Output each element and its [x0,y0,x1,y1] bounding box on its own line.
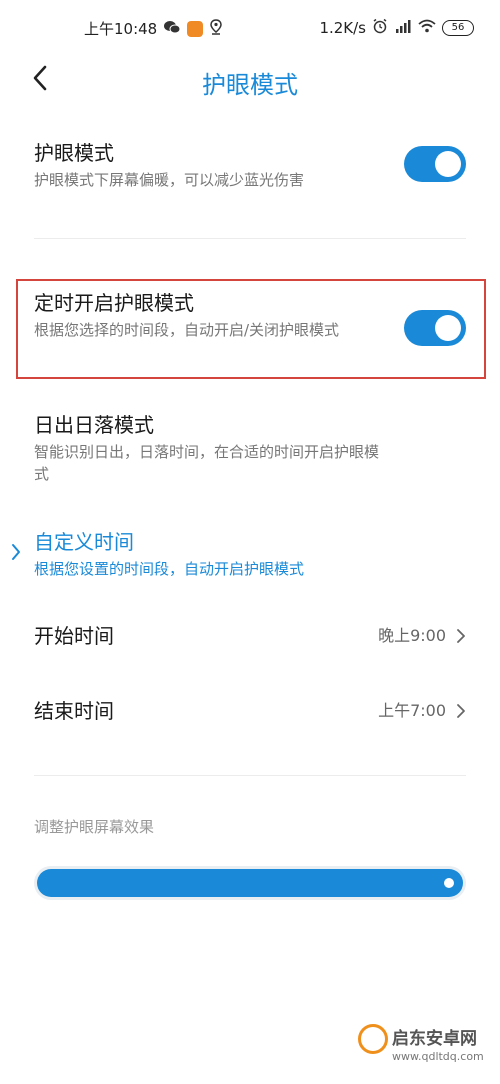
status-bar: 上午10:48 1.2K/s 56 [0,0,500,60]
slider-thumb[interactable] [444,878,454,888]
sunrise-sunset-desc: 智能识别日出，日落时间，在合适的时间开启护眼模式 [34,443,380,483]
end-time-label: 结束时间 [34,699,114,723]
chevron-right-icon [456,703,466,723]
schedule-desc: 根据您选择的时间段，自动开启/关闭护眼模式 [34,321,340,339]
signal-icon [394,19,412,37]
toggle-knob [435,315,461,341]
battery-icon: 56 [442,20,474,36]
status-time: 上午10:48 [84,20,158,38]
divider [34,775,466,776]
watermark-name: 启东安卓网 [392,1029,477,1049]
alarm-icon [372,18,388,38]
network-speed: 1.2K/s [319,19,366,37]
schedule-row[interactable]: 定时开启护眼模式 根据您选择的时间段，自动开启/关闭护眼模式 [34,290,466,346]
eye-care-toggle[interactable] [404,146,466,182]
start-time-label: 开始时间 [34,624,114,648]
custom-time-desc: 根据您设置的时间段，自动开启护眼模式 [34,560,305,578]
chevron-right-icon [456,628,466,648]
sunrise-sunset-title: 日出日落模式 [34,413,154,437]
effect-label: 调整护眼屏幕效果 [34,818,155,836]
end-time-row[interactable]: 结束时间 上午7:00 [34,696,466,726]
eye-care-title: 护眼模式 [34,141,114,165]
eye-care-desc: 护眼模式下屏幕偏暖，可以减少蓝光伤害 [34,171,305,189]
effect-slider[interactable] [34,866,466,900]
custom-time-row[interactable]: 自定义时间 根据您设置的时间段，自动开启护眼模式 [34,529,466,580]
divider [34,238,466,239]
page-title: 护眼模式 [202,71,298,99]
slider-fill [37,869,463,897]
header: 护眼模式 [0,56,500,104]
schedule-title: 定时开启护眼模式 [34,291,194,315]
status-left: 上午10:48 [84,18,222,39]
end-time-value: 上午7:00 [378,701,446,720]
watermark: 启东安卓网 www.qdltdq.com [358,1016,488,1074]
wifi-icon [418,19,436,37]
watermark-logo-icon [358,1024,388,1054]
start-time-value: 晚上9:00 [378,626,446,645]
chevron-right-icon [10,543,22,565]
sunrise-sunset-row[interactable]: 日出日落模式 智能识别日出，日落时间，在合适的时间开启护眼模式 [34,412,466,485]
wechat-icon [164,20,181,38]
watermark-url: www.qdltdq.com [392,1050,484,1063]
battery-level: 56 [451,22,465,33]
schedule-toggle[interactable] [404,310,466,346]
toggle-knob [435,151,461,177]
eye-care-row[interactable]: 护眼模式 护眼模式下屏幕偏暖，可以减少蓝光伤害 [34,140,466,191]
location-icon [210,18,222,39]
app-icon [187,20,204,37]
status-right: 1.2K/s 56 [319,18,474,38]
start-time-row[interactable]: 开始时间 晚上9:00 [34,621,466,651]
custom-time-title: 自定义时间 [34,530,134,554]
